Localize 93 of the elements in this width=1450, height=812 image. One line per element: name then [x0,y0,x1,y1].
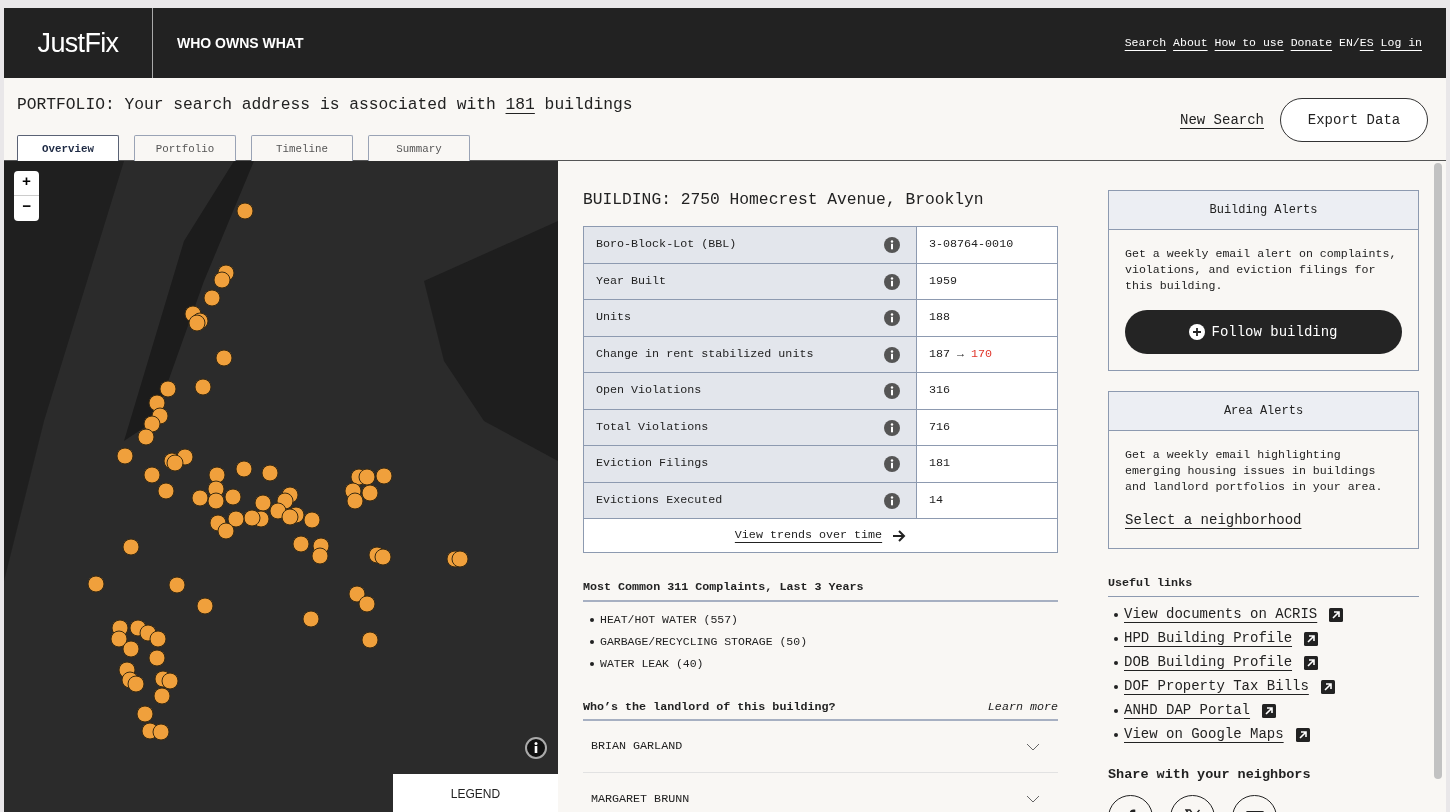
tab[interactable]: Overview [17,135,119,163]
info-icon[interactable] [884,383,900,400]
bullet-icon [590,639,594,644]
row-value: 316 [929,382,951,400]
info-icon[interactable] [884,456,900,473]
landlord-heading: Who’s the landlord of this building? [583,698,836,716]
card-description: Get a weekly email highlighting emerging housing issues in buildings and landlord portfolios in your area. [1125,447,1384,495]
plus-circle-icon [1189,324,1206,340]
external-link[interactable]: HPD Building Profile [1124,628,1293,650]
row-value: 716 [929,418,951,436]
export-data-button[interactable]: Export Data [1280,98,1428,142]
building-title: BUILDING: 2750 Homecrest Avenue, Brooklyn [583,189,985,211]
bullet-icon [1114,612,1118,617]
row-label: Total Violations [596,418,709,436]
new-search-link[interactable]: New Search [1180,109,1264,131]
row-value: 187 [929,345,951,363]
new-value: 170 [971,345,993,363]
bullet-icon [1114,660,1118,665]
product-name: WHO OWNS WHAT [177,33,304,53]
external-link-icon [1295,727,1310,742]
tab[interactable]: Timeline [251,135,353,163]
login-link[interactable]: Log in [1380,34,1422,52]
row-value: 1959 [929,272,958,290]
bullet-icon [1114,708,1118,713]
language-current: EN [1339,35,1353,52]
chevron-icon [1026,795,1040,804]
row-label: Units [596,309,632,327]
share-heading: Share with your neighbors [1108,765,1312,784]
card-title: Building Alerts [1109,191,1418,230]
info-icon[interactable] [525,737,547,759]
external-link-icon [1304,655,1319,670]
bullet-icon [1114,732,1118,737]
landlord-row[interactable]: BRIAN GARLAND [583,721,1058,774]
row-value: 14 [929,491,944,509]
info-icon[interactable] [884,273,900,290]
tab[interactable]: Portfolio [134,135,236,163]
select-neighborhood-link[interactable]: Select a neighborhood [1125,510,1302,531]
useful-links-heading: Useful links [1108,575,1419,597]
portfolio-summary: PORTFOLIO: Your search address is associated with 181 buildings [17,94,633,116]
row-label: Year Built [596,272,667,290]
logo[interactable]: JustFix [37,22,119,64]
card-title: Area Alerts [1109,392,1418,431]
arrow-right-icon [892,529,907,542]
nav-link[interactable]: Search [1124,34,1167,52]
legend-button[interactable]: LEGEND [393,774,558,812]
info-icon[interactable] [884,310,900,327]
row-value: 188 [929,309,951,327]
complaints-heading: Most Common 311 Complaints, Last 3 Years [583,579,1058,602]
complaint-item: WATER LEAK (40) [600,656,704,673]
zoom-out-button[interactable]: − [14,196,39,221]
bullet-icon [1114,636,1118,641]
info-icon[interactable] [884,419,900,436]
chevron-icon [1026,742,1040,751]
card-description: Get a weekly email alert on complaints, violations, and eviction filings for this building. [1125,246,1398,294]
follow-building-button[interactable]: Follow building [1125,310,1402,354]
landlord-row[interactable]: MARGARET BRUNN [583,773,1058,812]
language-separator: / [1352,35,1360,52]
nav-link[interactable]: How to use [1214,34,1284,52]
bullet-icon [1114,684,1118,689]
row-value: 181 [929,455,951,473]
info-icon[interactable] [884,492,900,509]
row-value: 3-08764-0010 [929,236,1014,254]
bullet-icon [590,662,594,667]
map[interactable]: + − LEGEND [4,161,558,812]
external-link[interactable]: DOF Property Tax Bills [1124,676,1309,698]
learn-more-link[interactable]: Learn more [987,698,1058,717]
language-link[interactable]: ES [1359,34,1374,52]
external-link-icon [1329,607,1344,622]
external-link-icon [1262,703,1277,718]
row-label: Evictions Executed [596,491,723,509]
external-link[interactable]: DOB Building Profile [1124,652,1293,674]
external-link-icon [1320,679,1335,694]
external-link[interactable]: ANHD DAP Portal [1124,700,1251,722]
info-icon[interactable] [884,237,900,254]
external-link[interactable]: View documents on ACRIS [1124,604,1318,626]
arrow-text: → [957,345,965,363]
nav-link[interactable]: About [1173,34,1208,52]
nav-link[interactable]: Donate [1290,34,1333,52]
row-label: Open Violations [596,382,702,400]
row-label: Boro-Block-Lot (BBL) [596,236,737,254]
complaint-item: GARBAGE/RECYCLING STORAGE (50) [600,634,808,651]
row-label: Eviction Filings [596,455,709,473]
info-icon[interactable] [884,346,900,363]
scrollbar[interactable] [1434,163,1442,779]
external-link-icon [1304,631,1319,646]
tab[interactable]: Summary [368,135,470,163]
view-trends-link[interactable]: View trends over time [734,527,907,545]
bullet-icon [590,617,594,622]
row-label: Change in rent stabilized units [596,345,814,363]
external-link[interactable]: View on Google Maps [1124,724,1284,746]
complaint-item: HEAT/HOT WATER (557) [600,612,739,628]
building-count-link[interactable]: 181 [505,95,535,114]
zoom-in-button[interactable]: + [14,171,39,196]
